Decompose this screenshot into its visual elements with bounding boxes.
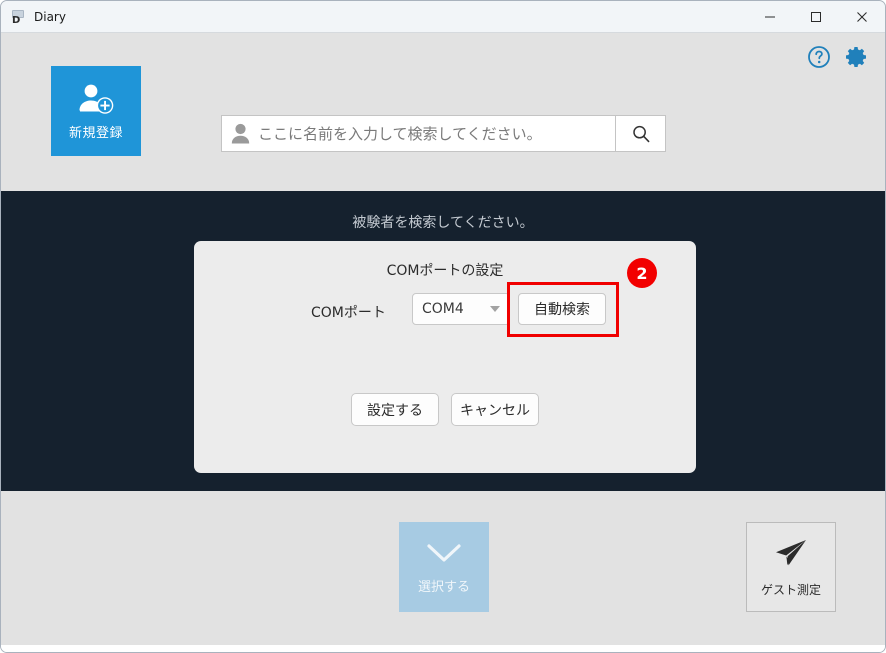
diary-app-icon: D	[10, 9, 26, 25]
person-icon	[231, 123, 250, 144]
confirm-button[interactable]: 設定する	[351, 393, 439, 426]
window-bottom-strip	[1, 645, 885, 652]
guest-measurement-label: ゲスト測定	[760, 582, 821, 597]
close-icon	[857, 11, 867, 22]
com-port-select[interactable]: COM4	[412, 293, 510, 325]
search-button[interactable]	[615, 116, 665, 151]
paper-plane-icon	[776, 539, 806, 565]
auto-search-button[interactable]: 自動検索	[518, 293, 606, 325]
toolbar-icon-row	[807, 45, 869, 69]
window-title: Diary	[34, 9, 66, 24]
new-registration-button[interactable]: 新規登録	[51, 66, 141, 156]
window-controls	[747, 1, 885, 32]
com-port-value: COM4	[422, 301, 464, 317]
com-port-label: COMポート	[311, 305, 386, 321]
app-window: D Diary 新規登録 ここに名前を入力して検索してください。 被験者を検索し…	[0, 0, 886, 653]
search-icon	[632, 125, 649, 142]
select-subject-button[interactable]: 選択する	[399, 522, 489, 612]
subject-list-empty-message: 被験者を検索してください。	[352, 215, 534, 231]
minimize-button[interactable]	[747, 1, 793, 32]
help-circle-icon[interactable]	[807, 45, 831, 69]
chevron-down-icon	[427, 543, 461, 562]
gear-icon[interactable]	[845, 45, 869, 69]
maximize-icon	[811, 11, 821, 22]
select-subject-label: 選択する	[417, 579, 470, 595]
guest-measurement-button[interactable]: ゲスト測定	[746, 522, 836, 612]
minimize-icon	[765, 16, 775, 17]
dialog-title: COMポートの設定	[386, 263, 504, 279]
search-box	[221, 115, 666, 152]
com-port-dialog: COMポートの設定 COMポート COM4 自動検索 2 設定する キャンセル	[194, 241, 696, 473]
dialog-actions: 設定する キャンセル	[194, 393, 696, 426]
chevron-down-icon	[490, 306, 500, 312]
close-button[interactable]	[839, 1, 885, 32]
title-bar: D Diary	[1, 1, 885, 33]
search-field[interactable]	[222, 116, 615, 151]
search-input[interactable]	[258, 124, 615, 143]
maximize-button[interactable]	[793, 1, 839, 32]
step-badge-2: 2	[627, 258, 657, 288]
new-registration-label: 新規登録	[68, 125, 123, 141]
bottom-action-bar: 選択する ゲスト測定	[1, 491, 885, 652]
person-add-icon	[79, 84, 114, 114]
cancel-button[interactable]: キャンセル	[451, 393, 539, 426]
top-toolbar: 新規登録 測定する被験者を選択してください。 最新測定日時	[1, 33, 885, 209]
